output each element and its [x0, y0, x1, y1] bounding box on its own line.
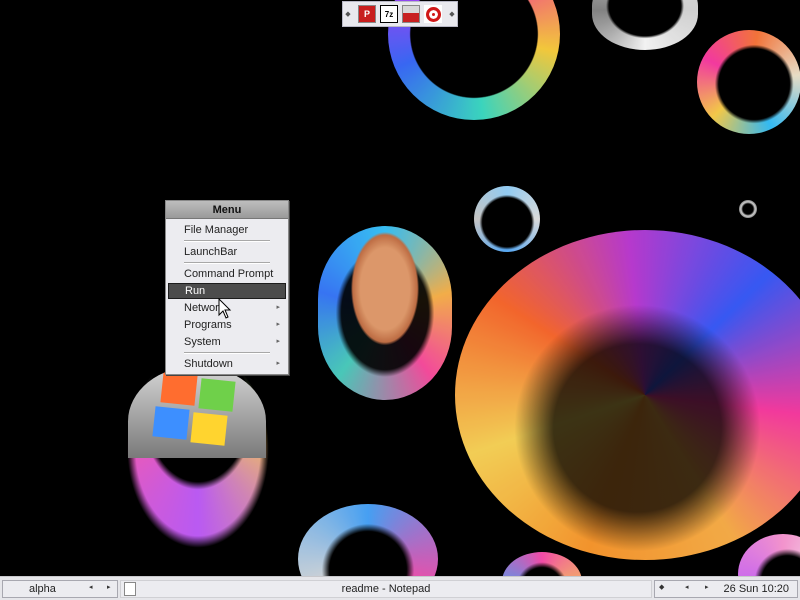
submenu-arrow-icon: ▸	[276, 338, 280, 345]
menu-item-label: Programs	[184, 319, 232, 331]
submenu-arrow-icon: ▸	[276, 304, 280, 311]
menu-title: Menu	[166, 201, 288, 219]
workspace-prev-icon[interactable]: ◂	[89, 583, 93, 591]
taskbar-task-notepad[interactable]: readme - Notepad	[120, 580, 652, 598]
bubble-graphic	[474, 186, 540, 252]
bubble-graphic	[739, 200, 757, 218]
workspace-name: alpha	[29, 583, 56, 595]
task-title: readme - Notepad	[341, 583, 431, 595]
toolkit-icon[interactable]	[402, 5, 420, 23]
taskbar: alpha ◂ ▸ readme - Notepad ◆ ◂ ▸ 26 Sun …	[0, 576, 800, 600]
tray-next-icon[interactable]: ▸	[705, 583, 709, 591]
mouse-pointer-icon	[218, 298, 232, 319]
pdf-reader-icon[interactable]: P	[358, 5, 376, 23]
menu-item-file-manager[interactable]: File Manager	[168, 222, 286, 238]
menu-item-launchbar[interactable]: LaunchBar	[168, 244, 286, 260]
menu-item-label: Run	[185, 285, 206, 297]
launchbar-scroll-left-icon[interactable]: ◆	[345, 10, 351, 18]
menu-item-label: LaunchBar	[184, 246, 238, 258]
root-menu: Menu File Manager LaunchBar Command Prom…	[165, 200, 289, 375]
bubble-graphic	[455, 230, 800, 560]
bubble-graphic	[592, 0, 698, 50]
menu-separator	[184, 352, 270, 354]
menu-item-command-prompt[interactable]: Command Prompt	[168, 266, 286, 282]
menu-separator	[184, 262, 270, 264]
menu-item-label: Command Prompt	[184, 268, 274, 280]
desktop-wallpaper	[0, 0, 800, 600]
submenu-arrow-icon: ▸	[276, 360, 280, 367]
bubble-graphic	[697, 30, 800, 134]
launch-bar: ◆ P 7z ◆	[342, 1, 458, 27]
submenu-arrow-icon: ▸	[276, 321, 280, 328]
workspace-next-icon[interactable]: ▸	[107, 583, 111, 591]
workspace-switcher[interactable]: alpha ◂ ▸	[2, 580, 118, 598]
7zip-icon[interactable]: 7z	[380, 5, 398, 23]
system-tray: ◆ ◂ ▸ 26 Sun 10:20	[654, 580, 798, 598]
menu-item-run[interactable]: Run	[168, 283, 286, 299]
bubble-graphic	[318, 226, 452, 400]
menu-item-label: File Manager	[184, 224, 249, 236]
menu-item-label: Shutdown	[184, 358, 233, 370]
opera-icon[interactable]	[424, 5, 442, 23]
launchbar-icons: P 7z	[358, 5, 442, 23]
tray-prev-icon[interactable]: ◂	[685, 583, 689, 591]
tray-toggle-icon[interactable]: ◆	[659, 583, 664, 591]
menu-item-label: System	[184, 336, 221, 348]
clock[interactable]: 26 Sun 10:20	[724, 583, 789, 595]
menu-separator	[184, 240, 270, 242]
launchbar-scroll-right-icon[interactable]: ◆	[449, 10, 455, 18]
menu-item-system[interactable]: System ▸	[168, 334, 286, 350]
menu-item-shutdown[interactable]: Shutdown ▸	[168, 356, 286, 372]
